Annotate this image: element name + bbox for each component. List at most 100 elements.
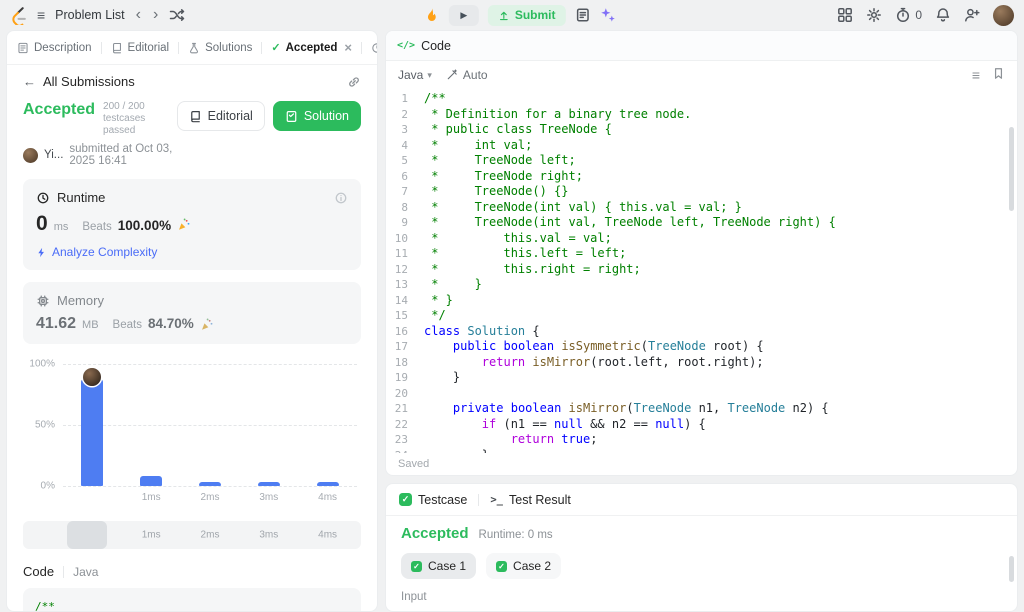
console-scrollbar[interactable] <box>1009 556 1014 582</box>
tab-solutions[interactable]: Solutions <box>188 42 252 54</box>
code-line[interactable]: 18 return isMirror(root.left, root.right… <box>386 355 1017 371</box>
gridline <box>63 425 357 426</box>
streak-flame-icon[interactable] <box>424 7 440 23</box>
line-content: * } <box>424 293 453 309</box>
case-label: Case 1 <box>428 559 466 573</box>
editor-scrollbar[interactable] <box>1009 127 1014 211</box>
notes-icon[interactable] <box>575 7 591 23</box>
language-selector[interactable]: Java ▾ <box>398 68 432 82</box>
code-line[interactable]: 16class Solution { <box>386 324 1017 340</box>
format-icon[interactable]: ≡ <box>972 67 980 83</box>
problem-list-link[interactable]: Problem List <box>55 8 124 22</box>
preview-code-line: /** <box>35 598 349 611</box>
code-editor[interactable]: 1/**2 * Definition for a binary tree nod… <box>386 89 1017 453</box>
solution-button[interactable]: Solution <box>273 101 361 131</box>
beats-label: Beats <box>113 319 142 331</box>
add-user-icon[interactable] <box>964 7 980 23</box>
code-line[interactable]: 20 <box>386 386 1017 402</box>
code-line[interactable]: 15 */ <box>386 308 1017 324</box>
hamburger-icon[interactable]: ≡ <box>37 8 45 22</box>
code-line[interactable]: 19 } <box>386 370 1017 386</box>
copy-link-icon[interactable] <box>347 75 361 89</box>
code-line[interactable]: 5 * TreeNode left; <box>386 153 1017 169</box>
grid-apps-icon[interactable] <box>837 7 853 23</box>
line-content: * public class TreeNode { <box>424 122 612 138</box>
run-button[interactable]: ▶ <box>449 5 479 26</box>
bar-0ms[interactable] <box>81 379 103 486</box>
prev-problem-button[interactable]: ‹ <box>135 7 142 23</box>
book-icon <box>189 110 202 123</box>
code-line[interactable]: 3 * public class TreeNode { <box>386 122 1017 138</box>
shuffle-icon[interactable] <box>169 7 185 23</box>
runtime-range-slider[interactable]: 1ms2ms3ms4ms <box>23 521 361 549</box>
line-number: 3 <box>386 122 424 138</box>
back-icon[interactable]: ← <box>23 74 36 89</box>
bar-3ms[interactable] <box>258 482 280 486</box>
line-content: * TreeNode(int val, TreeNode left, TreeN… <box>424 215 836 231</box>
timer-button[interactable]: 0 <box>895 7 922 23</box>
tab-test-result[interactable]: >_ Test Result <box>490 493 571 507</box>
tab-editorial[interactable]: Editorial <box>111 42 170 54</box>
bar-4ms[interactable] <box>317 482 339 486</box>
code-line[interactable]: 2 * Definition for a binary tree node. <box>386 107 1017 123</box>
code-line[interactable]: 12 * this.right = right; <box>386 262 1017 278</box>
analyze-complexity-link[interactable]: Analyze Complexity <box>36 245 348 259</box>
line-number: 11 <box>386 246 424 262</box>
editor-toolbar: Java ▾ Auto ≡ <box>386 61 1017 89</box>
submit-button[interactable]: Submit <box>488 5 566 26</box>
lightning-icon <box>36 247 47 258</box>
tab-code[interactable]: Code <box>421 39 451 53</box>
runtime-unit: ms <box>54 221 69 233</box>
code-line[interactable]: 13 * } <box>386 277 1017 293</box>
case-chip-case-2[interactable]: ✓Case 2 <box>486 553 561 579</box>
left-panel: Description Editorial Solutions ✓Accepted× S… <box>6 30 378 612</box>
sparkles-icon[interactable] <box>600 7 616 23</box>
code-line[interactable]: 10 * this.val = val; <box>386 231 1017 247</box>
tab-testcase[interactable]: ✓ Testcase <box>399 493 467 507</box>
code-line[interactable]: 8 * TreeNode(int val) { this.val = val; … <box>386 200 1017 216</box>
bar-1ms[interactable] <box>140 476 162 486</box>
code-line[interactable]: 6 * TreeNode right; <box>386 169 1017 185</box>
line-content: private boolean isMirror(TreeNode n1, Tr… <box>424 401 829 417</box>
runtime-card[interactable]: Runtime 0 ms Beats 100.00% Analyze Compl… <box>23 179 361 270</box>
editorial-button[interactable]: Editorial <box>177 101 265 131</box>
runtime-value: 0 <box>36 212 48 236</box>
leetcode-logo-icon[interactable] <box>10 6 27 25</box>
code-line[interactable]: 7 * TreeNode() {} <box>386 184 1017 200</box>
line-number: 9 <box>386 215 424 231</box>
code-line[interactable]: 1/** <box>386 91 1017 107</box>
line-content: public boolean isSymmetric(TreeNode root… <box>424 339 764 355</box>
code-line[interactable]: 23 return true; <box>386 432 1017 448</box>
next-problem-button[interactable]: › <box>152 7 159 23</box>
code-line[interactable]: 22 if (n1 == null && n2 == null) { <box>386 417 1017 433</box>
line-number: 21 <box>386 401 424 417</box>
code-line[interactable]: 17 public boolean isSymmetric(TreeNode r… <box>386 339 1017 355</box>
case-chip-case-1[interactable]: ✓Case 1 <box>401 553 476 579</box>
tab-accepted[interactable]: ✓Accepted× <box>271 40 352 55</box>
bookmark-icon[interactable] <box>992 67 1005 83</box>
all-submissions-link[interactable]: All Submissions <box>43 74 135 89</box>
user-avatar[interactable] <box>993 5 1014 26</box>
code-line[interactable]: 9 * TreeNode(int val, TreeNode left, Tre… <box>386 215 1017 231</box>
auto-toggle[interactable]: Auto <box>446 68 488 82</box>
line-content: * TreeNode(int val) { this.val = val; } <box>424 200 742 216</box>
code-line[interactable]: 4 * int val; <box>386 138 1017 154</box>
bell-icon[interactable] <box>935 7 951 23</box>
tab-submissions[interactable]: Submissions <box>371 42 377 54</box>
gear-icon[interactable] <box>866 7 882 23</box>
submission-status: Accepted <box>23 101 95 119</box>
line-content: } <box>424 370 460 386</box>
code-line[interactable]: 14 * } <box>386 293 1017 309</box>
editorial-icon <box>111 42 123 54</box>
memory-beats-value: 84.70% <box>148 316 194 331</box>
tab-description[interactable]: Description <box>17 42 92 54</box>
bar-2ms[interactable] <box>199 482 221 486</box>
tab-label: Solutions <box>205 42 252 54</box>
slider-handle[interactable] <box>67 521 107 549</box>
close-icon[interactable]: × <box>344 40 352 55</box>
code-line[interactable]: 21 private boolean isMirror(TreeNode n1,… <box>386 401 1017 417</box>
tab-divider <box>361 42 362 54</box>
code-line[interactable]: 11 * this.left = left; <box>386 246 1017 262</box>
memory-card[interactable]: Memory 41.62 MB Beats 84.70% <box>23 282 361 344</box>
info-icon[interactable] <box>334 191 348 205</box>
